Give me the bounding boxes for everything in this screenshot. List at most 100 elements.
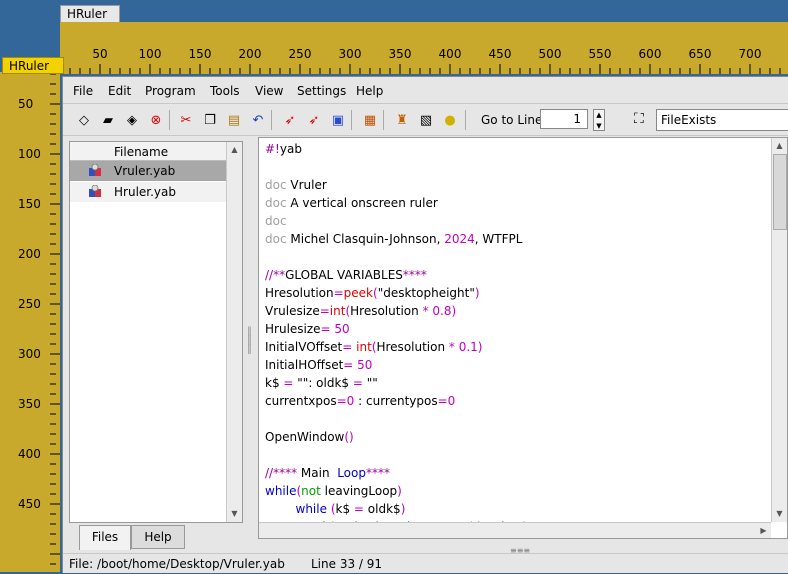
yab-file-icon [89, 185, 101, 197]
tab-help[interactable]: Help [131, 525, 185, 549]
find-input[interactable]: FileExists [656, 109, 788, 131]
code-line: doc A vertical onscreen ruler [265, 196, 438, 210]
yab-file-icon [89, 164, 101, 176]
hruler-label: 400 [438, 47, 462, 61]
filename-column-header[interactable]: Filename [70, 142, 226, 161]
lightbulb-icon[interactable]: ● [441, 111, 459, 129]
hruler-label: 600 [638, 47, 662, 61]
hruler-label: 450 [488, 47, 512, 61]
binoculars-icon[interactable]: ⛶ [634, 111, 644, 127]
debug-icon[interactable]: ▣ [329, 111, 347, 129]
vertical-ruler[interactable]: 50 100 150 200 250 300 350 400 450 [0, 72, 60, 572]
file-name: Vruler.yab [114, 164, 176, 178]
menu-file[interactable]: File [73, 84, 93, 98]
file-name: Hruler.yab [114, 185, 176, 199]
code-line: while(not leavingLoop) [265, 484, 402, 498]
build-icon[interactable]: ▦ [361, 111, 379, 129]
help-document-icon[interactable]: ▧ [417, 111, 435, 129]
hruler-label: 550 [588, 47, 612, 61]
toolbar-separator [271, 110, 272, 130]
file-row-vruler[interactable]: Vruler.yab [70, 161, 226, 181]
hruler-label: 200 [238, 47, 262, 61]
hruler-label: 350 [388, 47, 412, 61]
vruler-label: 200 [18, 247, 41, 261]
file-list-panel: Filename Vruler.yab Hruler.yab ▲ ▼ [69, 141, 243, 523]
vruler-label: 350 [18, 397, 41, 411]
toolbar-separator [169, 110, 170, 130]
status-bar: File: /boot/home/Desktop/Vruler.yab Line… [63, 553, 788, 574]
sidebar-tabs: Files Help [69, 525, 241, 550]
menu-bar: File Edit Program Tools View Settings He… [63, 81, 788, 104]
toolbar-separator [351, 110, 352, 130]
toolbar: ◇ ▰ ◈ ⊗ ✂ ❐ ▤ ↶ ➶ ➶ ▣ ▦ ♜ ▧ ● Go to Line… [63, 105, 788, 136]
menu-view[interactable]: View [255, 84, 283, 98]
menu-program[interactable]: Program [145, 84, 196, 98]
yab-ide-window: File Edit Program Tools View Settings He… [62, 76, 788, 573]
pattern-editor-icon[interactable]: ♜ [393, 111, 411, 129]
hruler-label: 500 [538, 47, 562, 61]
copy-icon[interactable]: ❐ [201, 111, 219, 129]
menu-tools[interactable]: Tools [210, 84, 240, 98]
editor-horizontal-scrollbar[interactable]: ▶ [259, 522, 771, 538]
hruler-label: 650 [688, 47, 712, 61]
code-line: doc Vruler [265, 178, 327, 192]
hruler-label: 100 [138, 47, 162, 61]
editor-vertical-scrollbar[interactable]: ▲ ▼ [771, 138, 787, 522]
close-file-icon[interactable]: ⊗ [147, 111, 165, 129]
code-line: //**GLOBAL VARIABLES**** [265, 268, 427, 282]
code-line: k$ = "": oldk$ = "" [265, 376, 378, 390]
horizontal-ruler[interactable]: 50 100 150 200 250 300 350 400 450 500 550 600 650 70… [60, 22, 788, 74]
scroll-thumb[interactable] [773, 154, 787, 230]
vruler-window-tab[interactable]: HRuler [2, 57, 64, 74]
hruler-label: 150 [188, 47, 212, 61]
scroll-down-icon[interactable]: ▼ [227, 506, 242, 521]
run-icon[interactable]: ➶ [281, 111, 299, 129]
cut-icon[interactable]: ✂ [177, 111, 195, 129]
toolbar-separator [383, 110, 384, 130]
menu-edit[interactable]: Edit [108, 84, 131, 98]
run-in-terminal-icon[interactable]: ➶ [305, 111, 323, 129]
file-list-scrollbar[interactable]: ▲ ▼ [226, 142, 242, 522]
hruler-label: 250 [288, 47, 312, 61]
filename-header-label: Filename [114, 145, 169, 159]
scroll-up-icon[interactable]: ▲ [772, 138, 787, 153]
toolbar-separator [465, 110, 466, 130]
code-line: #!yab [265, 142, 302, 156]
code-line: while (k$ = oldk$) [295, 502, 406, 516]
goto-line-spinner[interactable]: ▲ ▼ [593, 109, 605, 131]
goto-line-label: Go to Line: [481, 113, 547, 127]
hruler-label: 50 [92, 47, 108, 61]
status-file-path: File: /boot/home/Desktop/Vruler.yab [69, 557, 285, 571]
paste-icon[interactable]: ▤ [225, 111, 243, 129]
scroll-up-icon[interactable]: ▲ [227, 142, 242, 157]
tab-files[interactable]: Files [79, 525, 131, 550]
code-line: //**** Main Loop**** [265, 466, 390, 480]
split-view-grip-icon[interactable]: ║ ║ ║ [247, 327, 253, 357]
vruler-label: 50 [18, 97, 34, 111]
hruler-label: 700 [738, 47, 762, 61]
code-line: Hresolution=peek("desktopheight") [265, 286, 480, 300]
file-row-hruler[interactable]: Hruler.yab [70, 182, 226, 202]
code-line: doc Michel Clasquin-Johnson, 2024, WTFPL [265, 232, 523, 246]
vruler-label: 100 [18, 147, 41, 161]
scroll-right-icon[interactable]: ▶ [756, 523, 771, 538]
vruler-label: 400 [18, 447, 41, 461]
code-editor[interactable]: #!yab doc Vruler doc A vertical onscreen… [258, 137, 788, 539]
code-line: InitialVOffset= int(Hresolution * 0.1) [265, 340, 483, 354]
new-file-icon[interactable]: ◇ [75, 111, 93, 129]
save-file-icon[interactable]: ◈ [123, 111, 141, 129]
open-file-icon[interactable]: ▰ [99, 111, 117, 129]
code-line: Vrulesize=int(Hresolution * 0.8) [265, 304, 457, 318]
hruler-window-tab[interactable]: HRuler [60, 5, 120, 23]
vruler-label: 250 [18, 297, 41, 311]
status-line-number: Line 33 / 91 [311, 557, 383, 571]
undo-icon[interactable]: ↶ [249, 111, 267, 129]
goto-line-input[interactable] [540, 109, 588, 129]
scroll-down-icon[interactable]: ▼ [772, 506, 787, 521]
hruler-label: 300 [338, 47, 362, 61]
split-view-horizontal-grip-icon[interactable]: ≡≡≡ [510, 546, 534, 555]
code-line: InitialHOffset= 50 [265, 358, 373, 372]
menu-help[interactable]: Help [356, 84, 383, 98]
menu-settings[interactable]: Settings [297, 84, 346, 98]
vruler-label: 150 [18, 197, 41, 211]
